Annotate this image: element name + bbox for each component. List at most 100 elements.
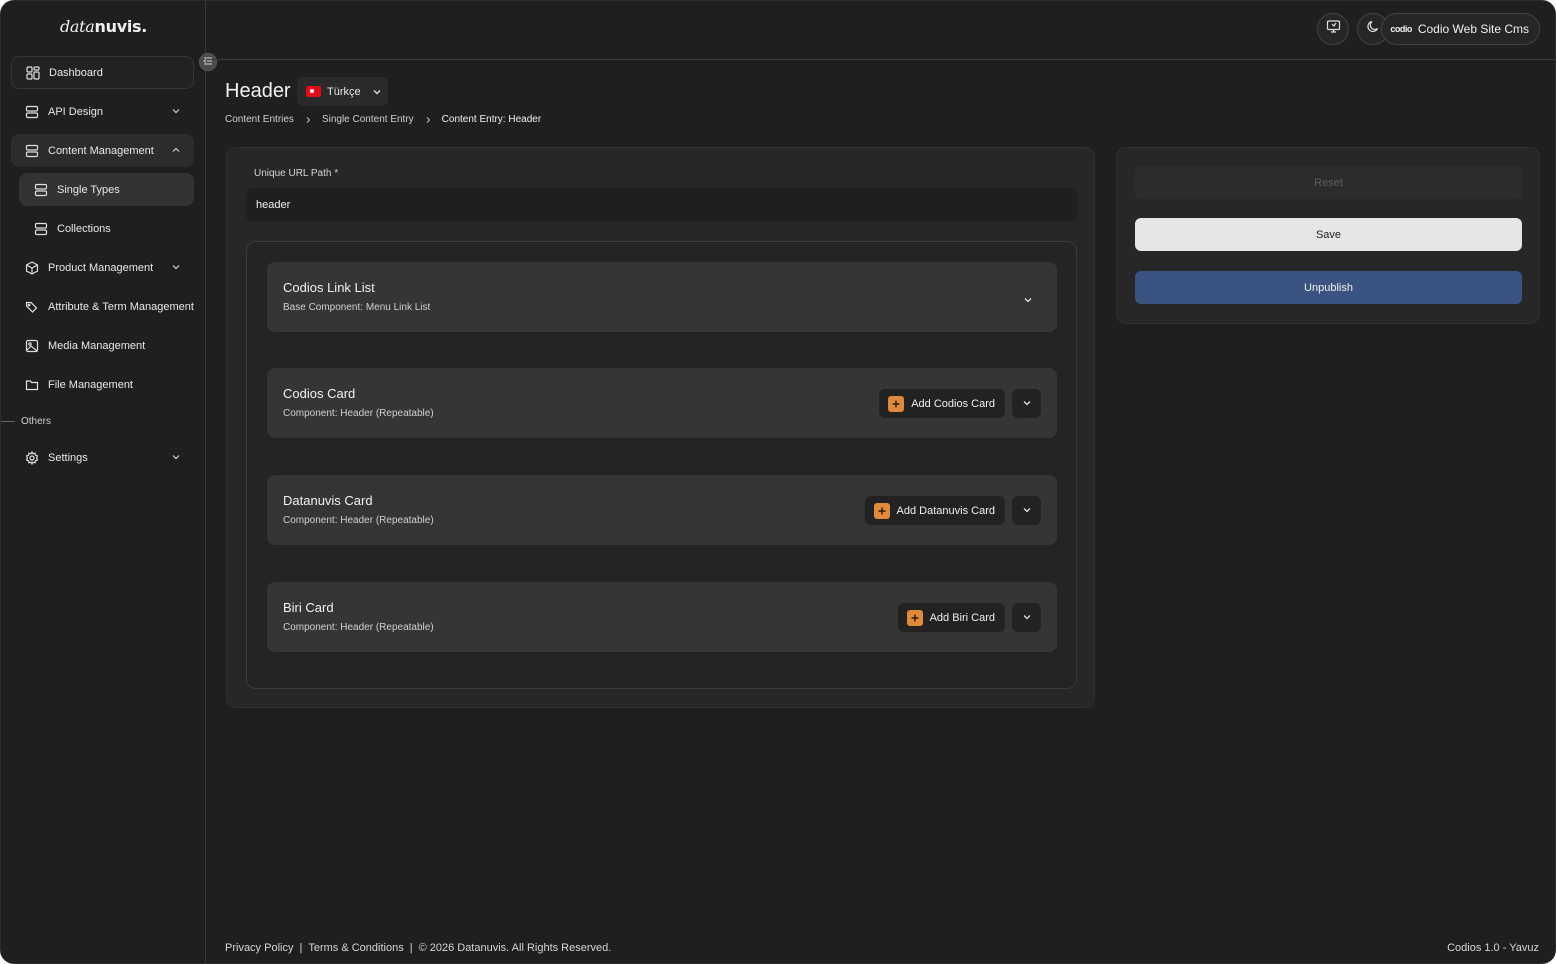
dashboard-icon [25,65,40,80]
tags-icon [24,299,39,314]
plus-icon [888,395,905,412]
app-window: datanuvis. Dashboard API Design Content … [0,0,1556,964]
sidebar-item-content-management[interactable]: Content Management [11,134,194,167]
chevron-down-icon[interactable] [1023,292,1033,303]
plus-icon [906,609,923,626]
monitor-button[interactable] [1317,13,1349,45]
component-card-codios-card: Codios Card Component: Header (Repeatabl… [267,368,1057,438]
database-icon [33,221,48,236]
content-entry-form: Unique URL Path * Codios Link List Base … [226,147,1095,708]
expand-button[interactable] [1012,389,1041,418]
breadcrumb-item[interactable]: Single Content Entry [322,114,414,125]
component-subtitle: Component: Header (Repeatable) [283,408,434,419]
component-subtitle: Base Component: Menu Link List [283,302,431,313]
folder-icon [24,377,39,392]
expand-button[interactable] [1012,603,1041,632]
chevron-down-icon [171,106,181,116]
footer: Privacy Policy | Terms & Conditions | © … [225,942,611,954]
page-title: Header [225,80,291,102]
top-bar: codio Codio Web Site Cms [207,1,1555,60]
add-button-label: Add Codios Card [911,397,995,410]
reset-button[interactable]: Reset [1135,166,1522,199]
breadcrumb-current: Content Entry: Header [441,114,542,125]
sidebar-item-label: Attribute & Term Management [48,300,194,313]
sidebar-section-others: Others [1,407,194,435]
component-card-datanuvis-card: Datanuvis Card Component: Header (Repeat… [267,475,1057,545]
component-title: Datanuvis Card [283,493,373,508]
turkey-flag-icon [306,86,321,97]
component-title: Biri Card [283,600,334,615]
sidebar-item-media-management[interactable]: Media Management [11,329,194,362]
breadcrumb: Content Entries Single Content Entry Con… [225,114,541,125]
breadcrumb-item[interactable]: Content Entries [225,114,294,125]
add-codios-card-button[interactable]: Add Codios Card [879,389,1005,418]
component-card-codios-link-list[interactable]: Codios Link List Base Component: Menu Li… [267,262,1057,332]
components-container: Codios Link List Base Component: Menu Li… [246,241,1077,689]
project-switcher-button[interactable]: codio Codio Web Site Cms [1381,13,1540,45]
copyright-text: © 2026 Datanuvis. All Rights Reserved. [418,942,612,954]
section-label: Others [21,415,52,427]
chevron-right-icon [424,116,432,124]
sidebar-item-label: Product Management [48,261,154,274]
sidebar-item-attribute-term-management[interactable]: Attribute & Term Management [11,290,194,323]
component-title: Codios Card [283,386,356,401]
chevron-down-icon [171,262,181,272]
expand-button[interactable] [1012,496,1041,525]
chevron-down-icon [372,87,382,97]
terms-link[interactable]: Terms & Conditions [308,942,403,954]
component-card-biri-card: Biri Card Component: Header (Repeatable)… [267,582,1057,652]
sidebar-item-label: Settings [48,451,88,464]
language-label: Türkçe [327,85,361,98]
unpublish-button[interactable]: Unpublish [1135,271,1522,304]
language-select[interactable]: Türkçe [297,77,388,106]
chevron-right-icon [304,116,312,124]
monitor-icon [1326,19,1341,39]
chevron-down-icon [1022,502,1032,520]
add-datanuvis-card-button[interactable]: Add Datanuvis Card [864,496,1005,525]
project-name: Codio Web Site Cms [1417,22,1529,36]
plus-icon [873,502,890,519]
sidebar-item-api-design[interactable]: API Design [11,95,194,128]
sidebar-item-label: Dashboard [49,66,103,79]
chevron-down-icon [1022,609,1032,627]
actions-panel: Reset Save Unpublish [1116,147,1540,324]
sidebar-item-product-management[interactable]: Product Management [11,251,194,284]
divider [1,420,15,422]
database-icon [33,182,48,197]
sidebar-item-single-types[interactable]: Single Types [19,173,194,206]
sidebar-item-label: Collections [57,222,111,235]
database-icon [24,143,39,158]
url-path-label: Unique URL Path * [254,168,339,179]
component-title: Codios Link List [283,280,375,295]
package-icon [24,260,39,275]
privacy-policy-link[interactable]: Privacy Policy [225,942,293,954]
chevron-down-icon [1022,395,1032,413]
sidebar-item-label: File Management [48,378,133,391]
sidebar-item-settings[interactable]: Settings [11,441,194,474]
sidebar-item-label: Content Management [48,144,154,157]
url-path-input[interactable] [246,188,1077,221]
gear-icon [24,450,39,465]
chevron-down-icon [171,452,181,462]
sidebar-item-label: Single Types [57,183,120,196]
sidebar-nav: Dashboard API Design Content Management [1,56,194,480]
add-button-label: Add Datanuvis Card [896,504,995,517]
database-icon [24,104,39,119]
component-subtitle: Component: Header (Repeatable) [283,622,434,633]
brand-logo[interactable]: datanuvis. [1,17,206,36]
version-label: Codios 1.0 - Yavuz [1447,942,1539,954]
save-button[interactable]: Save [1135,218,1522,251]
sidebar-item-file-management[interactable]: File Management [11,368,194,401]
sidebar-item-collections[interactable]: Collections [19,212,194,245]
moon-icon [1366,19,1381,39]
image-icon [24,338,39,353]
footer-separator: | [299,942,303,954]
codio-logo: codio [1390,24,1412,34]
add-button-label: Add Biri Card [929,611,995,624]
sidebar-item-label: API Design [48,105,104,118]
sidebar-item-dashboard[interactable]: Dashboard [11,56,194,89]
sidebar-item-label: Media Management [48,339,146,352]
chevron-up-icon [171,145,181,155]
add-biri-card-button[interactable]: Add Biri Card [897,603,1005,632]
sidebar: datanuvis. Dashboard API Design Content … [1,1,206,963]
